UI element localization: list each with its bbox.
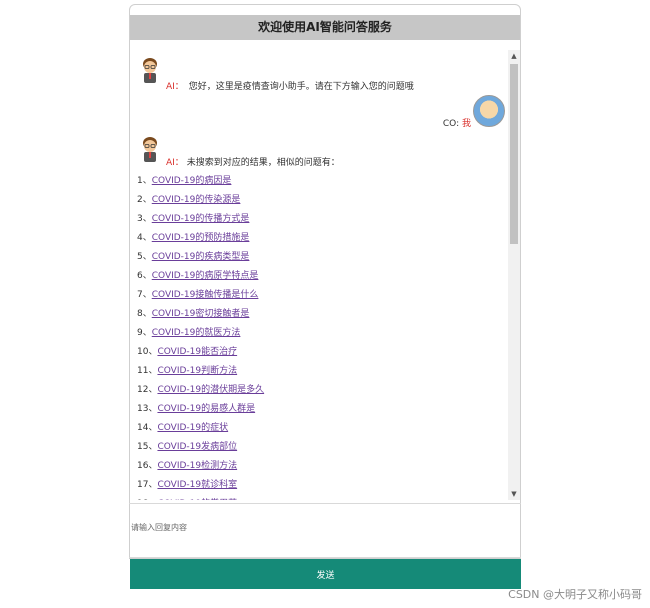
user-sender: 我 (461, 119, 471, 129)
watermark: CSDN @大明子又称小码哥 (508, 588, 642, 601)
suggestion-item: 7、COVID-19接触传播是什么 (137, 289, 264, 308)
suggestion-item: 3、COVID-19的传播方式是 (137, 213, 264, 232)
suggestion-link[interactable]: COVID-19的易感人群是 (157, 404, 255, 414)
suggestion-link[interactable]: COVID-19的病原学特点是 (152, 271, 259, 281)
suggestion-number: 3、 (137, 214, 152, 224)
suggestion-number: 8、 (137, 309, 152, 319)
suggestion-item: 11、COVID-19判断方法 (137, 365, 264, 384)
suggestion-number: 4、 (137, 233, 152, 243)
suggestion-link[interactable]: COVID-19能否治疗 (157, 347, 237, 357)
suggestion-link[interactable]: COVID-19的常用药 (157, 499, 237, 500)
ai-message-text: 未搜索到对应的结果，相似的问题有： (186, 158, 340, 168)
suggestion-number: 18、 (137, 499, 157, 500)
suggestion-item: 14、COVID-19的症状 (137, 422, 264, 441)
scroll-up-icon[interactable]: ▲ (508, 50, 520, 62)
suggestion-item: 4、COVID-19的预防措施是 (137, 232, 264, 251)
suggestion-item: 6、COVID-19的病原学特点是 (137, 270, 264, 289)
suggestion-number: 11、 (137, 366, 158, 376)
suggestion-link[interactable]: COVID-19的潜伏期是多久 (157, 385, 264, 395)
user-label: CO: 我 (443, 116, 471, 129)
suggestion-list: 1、COVID-19的病因是 2、COVID-19的传染源是 3、COVID-19的… (137, 175, 264, 500)
chat-history[interactable]: AI： 您好，这里是疫情查询小助手。请在下方输入您的问题哦 CO: 我 AI： … (131, 48, 507, 500)
chat-scrollbar[interactable]: ▲ ▼ (508, 50, 520, 500)
suggestion-number: 15、 (137, 442, 158, 452)
scroll-thumb[interactable] (510, 64, 518, 244)
ai-message-2: AI： 未搜索到对应的结果，相似的问题有： (166, 155, 340, 168)
suggestion-number: 12、 (137, 385, 158, 395)
send-button[interactable]: 发送 (130, 559, 521, 589)
reply-input[interactable] (129, 504, 521, 557)
suggestion-link[interactable]: COVID-19的传播方式是 (152, 214, 250, 224)
suggestion-item: 10、COVID-19能否治疗 (137, 346, 264, 365)
suggestion-link[interactable]: COVID-19接触传播是什么 (152, 290, 259, 300)
suggestion-number: 14、 (137, 423, 158, 433)
ai-avatar-icon (143, 58, 157, 83)
suggestion-number: 9、 (137, 328, 152, 338)
suggestion-link[interactable]: COVID-19密切接触者是 (152, 309, 250, 319)
suggestion-item: 12、COVID-19的潜伏期是多久 (137, 384, 264, 403)
suggestion-number: 2、 (137, 195, 152, 205)
ai-label: AI： (166, 82, 184, 92)
ai-avatar-icon (143, 137, 157, 162)
suggestion-item: 9、COVID-19的就医方法 (137, 327, 264, 346)
page-title: 欢迎使用AI智能问答服务 (130, 15, 520, 40)
suggestion-number: 1、 (137, 176, 152, 186)
suggestion-item: 2、COVID-19的传染源是 (137, 194, 264, 213)
ai-message-text: 您好，这里是疫情查询小助手。请在下方输入您的问题哦 (188, 82, 414, 92)
ai-label: AI： (166, 158, 184, 168)
suggestion-number: 10、 (137, 347, 158, 357)
suggestion-item: 18、COVID-19的常用药 (137, 498, 264, 500)
scroll-down-icon[interactable]: ▼ (508, 488, 520, 500)
suggestion-number: 6、 (137, 271, 152, 281)
suggestion-number: 13、 (137, 404, 158, 414)
suggestion-link[interactable]: COVID-19的传染源是 (152, 195, 241, 205)
ai-message-1: AI： 您好，这里是疫情查询小助手。请在下方输入您的问题哦 (166, 79, 414, 92)
suggestion-link[interactable]: COVID-19的疾病类型是 (152, 252, 250, 262)
suggestion-link[interactable]: COVID-19检测方法 (157, 461, 237, 471)
suggestion-item: 1、COVID-19的病因是 (137, 175, 264, 194)
suggestion-link[interactable]: COVID-19的预防措施是 (152, 233, 250, 243)
suggestion-number: 5、 (137, 252, 152, 262)
suggestion-item: 16、COVID-19检测方法 (137, 460, 264, 479)
suggestion-number: 16、 (137, 461, 158, 471)
suggestion-item: 13、COVID-19的易感人群是 (137, 403, 264, 422)
suggestion-link[interactable]: COVID-19就诊科室 (157, 480, 237, 490)
user-avatar-icon (473, 95, 505, 127)
suggestion-number: 7、 (137, 290, 152, 300)
suggestion-item: 5、COVID-19的疾病类型是 (137, 251, 264, 270)
suggestion-link[interactable]: COVID-19的症状 (157, 423, 228, 433)
reply-input-area (129, 503, 521, 558)
user-prefix: CO: (442, 119, 460, 129)
suggestion-link[interactable]: COVID-19判断方法 (157, 366, 237, 376)
suggestion-link[interactable]: COVID-19的就医方法 (152, 328, 241, 338)
suggestion-item: 17、COVID-19就诊科室 (137, 479, 264, 498)
suggestion-link[interactable]: COVID-19的病因是 (152, 176, 232, 186)
suggestion-link[interactable]: COVID-19发病部位 (157, 442, 237, 452)
suggestion-item: 15、COVID-19发病部位 (137, 441, 264, 460)
suggestion-number: 17、 (137, 480, 158, 490)
suggestion-item: 8、COVID-19密切接触者是 (137, 308, 264, 327)
user-message: CO: 我 (305, 95, 505, 129)
